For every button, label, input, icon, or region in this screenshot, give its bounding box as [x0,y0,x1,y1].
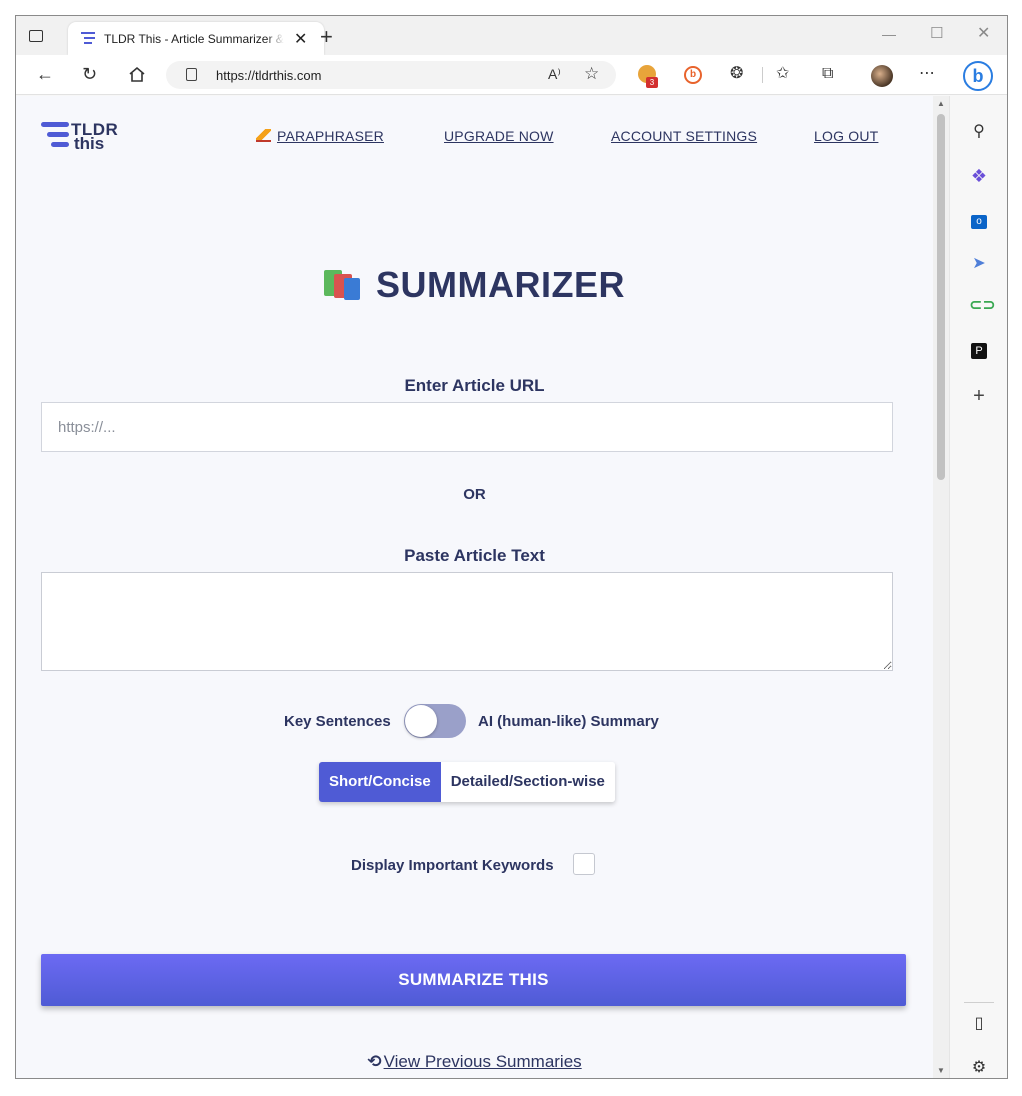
pinterest-icon[interactable]: P [969,340,989,360]
toggle-knob [405,705,437,737]
article-url-input[interactable] [41,402,893,452]
tab-close-icon[interactable]: ✕ [294,29,307,49]
browser-window: TLDR This - Article Summarizer & Online … [15,15,1008,1079]
extensions-icon[interactable]: ❂ [730,65,743,83]
tab-actions-icon[interactable] [29,30,43,42]
new-tab-icon[interactable]: + [320,24,333,50]
nav-paraphraser-label: PARAPHRASER [277,128,384,144]
view-previous-summaries-link[interactable]: ⟲ View Previous Summaries [16,1052,933,1072]
favorites-icon[interactable]: ✩ [776,65,789,83]
tldr-logo[interactable]: TLDR this [41,120,131,156]
logo-bar [51,142,69,147]
nav-paraphraser[interactable]: PARAPHRASER [256,128,384,144]
copilot-icon[interactable]: ❖ [969,166,989,186]
sidebar-divider [964,1002,994,1003]
logo-bar [41,122,69,127]
maximize-icon[interactable]: ☐ [930,24,943,42]
history-icon: ⟲ [367,1052,382,1071]
pencil-icon [256,129,271,142]
paste-label: Paste Article Text [404,546,545,565]
keywords-label: Display Important Keywords [351,857,554,874]
home-icon[interactable] [128,66,146,83]
refresh-icon[interactable]: ↻ [82,65,97,83]
favorite-add-icon[interactable]: ☆ [584,65,599,83]
lock-icon [186,68,197,81]
tab-title: TLDR This - Article Summarizer & Online … [104,32,284,46]
scroll-up-icon[interactable]: ▲ [937,99,945,108]
page-viewport: TLDR this PARAPHRASER UPGRADE NOW ACCOUN… [16,96,933,1078]
scroll-down-icon[interactable]: ▼ [937,1066,945,1075]
more-menu-icon[interactable]: ⋯ [919,65,935,83]
send-icon[interactable]: ➤ [969,254,989,274]
tab-strip: TLDR This - Article Summarizer & Online … [16,16,1007,55]
summarizer-header: SUMMARIZER [16,264,933,306]
collections-icon[interactable]: ⧉ [822,65,833,83]
page-title: SUMMARIZER [376,264,625,305]
settings-gear-icon[interactable]: ⚙ [969,1058,989,1078]
logo-bar [47,132,69,137]
address-url[interactable]: https://tldrthis.com [216,68,321,83]
outlook-icon[interactable]: o [969,210,989,230]
extension-badge: 3 [646,77,658,88]
nav-account-settings[interactable]: ACCOUNT SETTINGS [611,128,757,144]
or-divider-label: OR [463,486,486,503]
books-icon [324,268,362,300]
previous-summaries-label: View Previous Summaries [383,1052,582,1071]
profile-avatar[interactable] [871,65,893,87]
url-label: Enter Article URL [404,376,545,395]
hide-sidebar-icon[interactable]: ▯ [969,1014,989,1034]
summary-mode-toggle-row: Key Sentences AI (human-like) Summary [16,704,933,738]
logo-text-this: this [74,134,105,153]
article-text-input[interactable] [41,572,893,671]
bing-chat-icon[interactable]: b [963,61,993,91]
summary-mode-toggle[interactable] [404,704,466,738]
page-scrollbar[interactable]: ▲ ▼ [933,96,949,1078]
games-icon[interactable]: ⊂⊃ [969,296,996,316]
nav-logout[interactable]: LOG OUT [814,128,878,144]
summarize-button[interactable]: SUMMARIZE THIS [41,954,906,1006]
browser-toolbar: ← ↻ https://tldrthis.com A⁾ ☆ 3 b ❂ ✩ ⧉ … [16,55,1007,95]
honey-extension-icon[interactable]: b [684,66,702,84]
toolbar-divider [762,67,763,83]
nav-upgrade[interactable]: UPGRADE NOW [444,128,554,144]
add-sidebar-app-icon[interactable]: + [969,386,989,406]
scroll-thumb[interactable] [937,114,945,480]
toggle-label-key-sentences: Key Sentences [284,713,391,730]
edge-sidebar: ⚲ ❖ o ➤ ⊂⊃ P + ▯ ⚙ [949,96,1007,1078]
read-aloud-icon[interactable]: A⁾ [548,65,561,83]
keywords-checkbox[interactable] [573,853,595,875]
detailed-section-option[interactable]: Detailed/Section-wise [440,762,615,802]
search-icon[interactable]: ⚲ [969,122,989,142]
toggle-label-ai-summary: AI (human-like) Summary [478,713,659,730]
short-concise-option[interactable]: Short/Concise [319,762,441,802]
minimize-icon[interactable]: — [882,26,896,42]
browser-tab[interactable]: TLDR This - Article Summarizer & Online … [68,22,324,55]
back-icon[interactable]: ← [36,65,54,83]
window-close-icon[interactable]: ✕ [977,23,990,43]
summary-length-selector: Short/Concise Detailed/Section-wise [319,762,615,802]
tldr-favicon-icon [81,32,95,44]
